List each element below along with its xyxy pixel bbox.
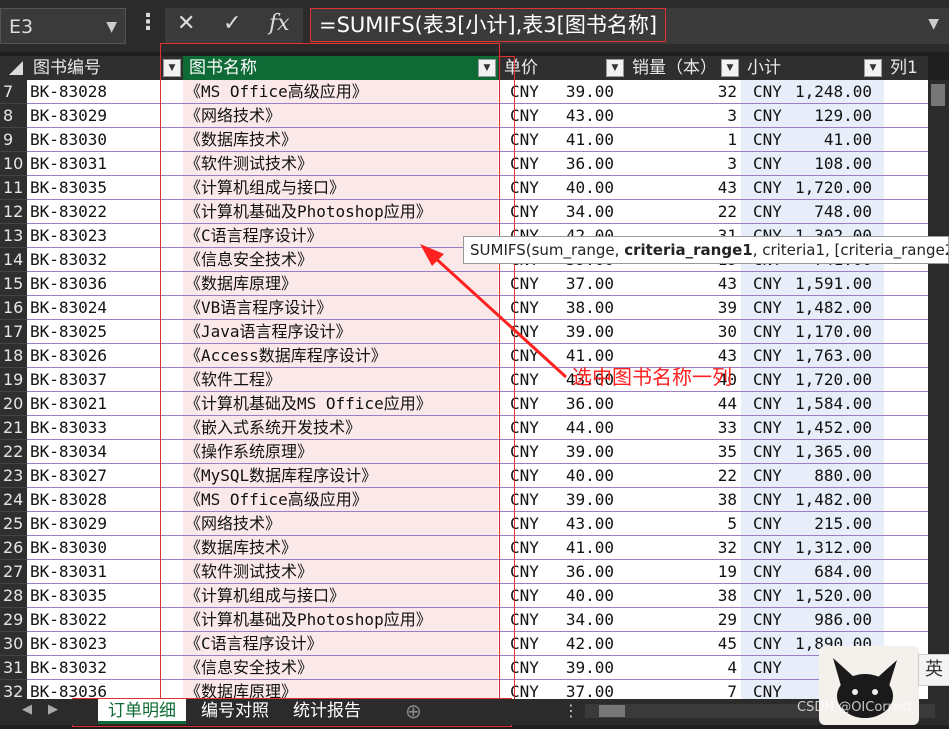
scrollbar-thumb[interactable]: [599, 705, 625, 717]
sheet-tab-codes[interactable]: 编号对照: [191, 699, 279, 723]
annotation-arrow: [420, 244, 568, 379]
next-sheet-icon[interactable]: ▶: [48, 702, 58, 717]
sheet-tab-orders[interactable]: 订单明细: [98, 699, 186, 724]
prev-sheet-icon[interactable]: ◀: [22, 702, 32, 717]
more-options-icon[interactable]: ⋮: [563, 701, 579, 720]
ime-indicator[interactable]: 英: [918, 654, 949, 686]
sheet-tab-report[interactable]: 统计报告: [283, 699, 371, 723]
watermark: CSDN @OICorrect: [797, 700, 913, 715]
add-sheet-icon[interactable]: ⊕: [405, 699, 422, 723]
annotation-text: 选中图书名称一列: [572, 365, 732, 389]
